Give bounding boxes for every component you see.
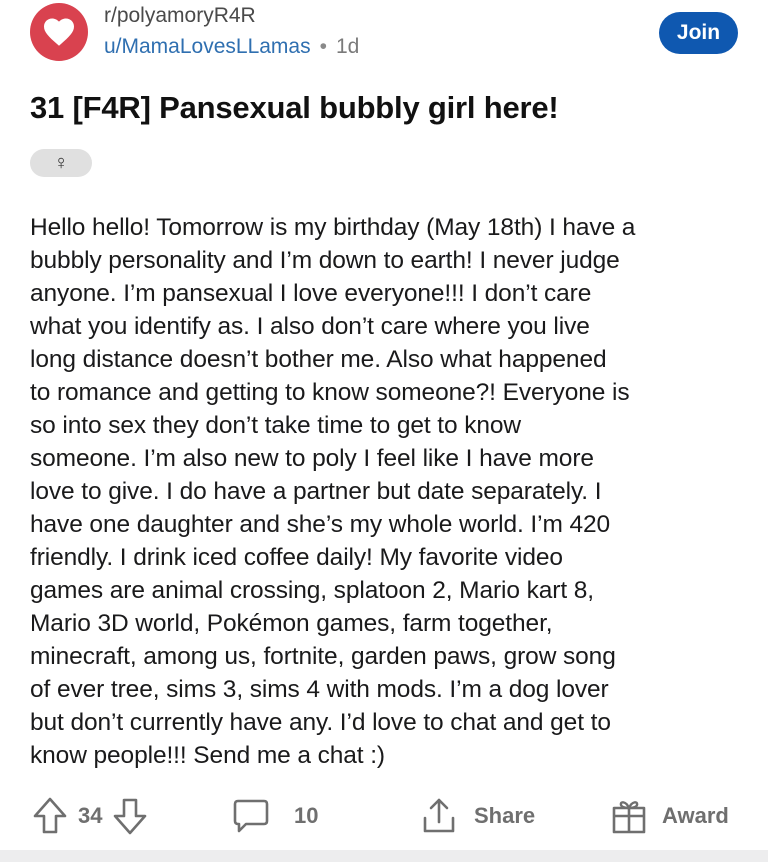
body-line: of ever tree, sims 3, sims 4 with mods. …: [30, 676, 609, 703]
post-age: 1d: [335, 35, 360, 58]
body-line: what you identify as. I also don’t care …: [30, 313, 590, 340]
share-icon: [420, 796, 458, 836]
meta-separator: •: [319, 35, 327, 58]
post-page: r/polyamoryR4R u/MamaLovesLLamas • 1d Jo…: [0, 0, 768, 862]
divider: [0, 850, 768, 862]
share-label: Share: [474, 803, 536, 828]
vote-count: 34: [78, 803, 103, 828]
post-body: Hello hello! Tomorrow is my birthday (Ma…: [30, 211, 750, 772]
comments-button[interactable]: 10: [232, 790, 318, 842]
body-line: games are animal crossing, splatoon 2, M…: [30, 577, 595, 604]
body-line: but don’t currently have any. I’d love t…: [30, 709, 611, 736]
post-title: 31 [F4R] Pansexual bubbly girl here!: [30, 90, 559, 125]
body-line: have one daughter and she’s my whole wor…: [30, 511, 611, 538]
body-line: to romance and getting to know someone?!…: [30, 379, 630, 406]
author-username[interactable]: u/MamaLovesLLamas: [104, 35, 311, 59]
vote-group: 34: [32, 790, 148, 842]
body-line: know people!!! Send me a chat :): [30, 742, 385, 769]
post-header: r/polyamoryR4R u/MamaLovesLLamas • 1d Jo…: [30, 0, 768, 80]
body-line: someone. I’m also new to poly I feel lik…: [30, 445, 594, 472]
body-line: Hello hello! Tomorrow is my birthday (Ma…: [30, 214, 636, 241]
body-line: anyone. I’m pansexual I love everyone!!!…: [30, 280, 592, 307]
comment-icon: [232, 796, 270, 836]
heart-icon: [44, 18, 74, 46]
award-button[interactable]: Award: [610, 790, 729, 842]
post-meta: u/MamaLovesLLamas • 1d: [104, 35, 359, 59]
share-button[interactable]: Share: [420, 790, 535, 842]
body-line: long distance doesn’t bother me. Also wh…: [30, 346, 607, 373]
comment-count: 10: [294, 803, 319, 828]
body-line: minecraft, among us, fortnite, garden pa…: [30, 643, 616, 670]
body-line: so into sex they don’t take time to get …: [30, 412, 522, 439]
post-actions: 34 10 Share Award: [0, 790, 768, 842]
body-line: Mario 3D world, Pokémon games, farm toge…: [30, 610, 553, 637]
upvote-icon[interactable]: [32, 796, 68, 836]
subreddit-name[interactable]: r/polyamoryR4R: [104, 4, 256, 28]
join-button[interactable]: Join: [659, 12, 738, 54]
body-line: bubbly personality and I’m down to earth…: [30, 247, 620, 274]
body-line: friendly. I drink iced coffee daily! My …: [30, 544, 563, 571]
subreddit-avatar[interactable]: [30, 3, 88, 61]
award-label: Award: [662, 803, 729, 828]
body-line: love to give. I do have a partner but da…: [30, 478, 602, 505]
post-flair[interactable]: ♀: [30, 149, 92, 177]
downvote-icon[interactable]: [112, 796, 148, 836]
gift-icon: [610, 796, 648, 836]
